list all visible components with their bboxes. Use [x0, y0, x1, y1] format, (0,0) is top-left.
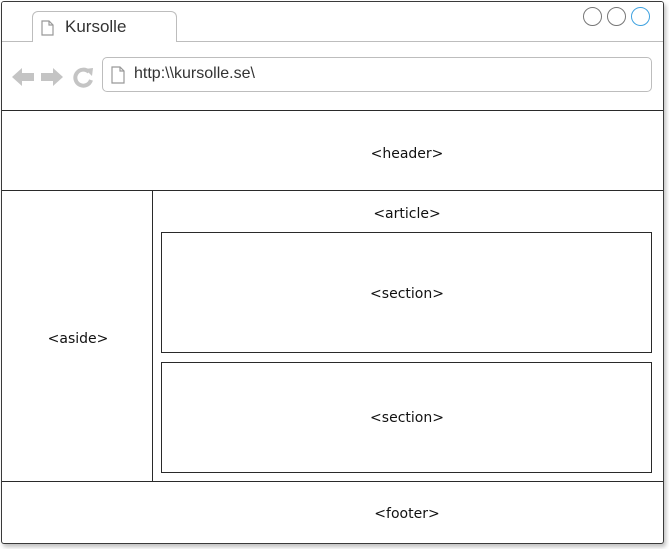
- header-label: <header>: [370, 146, 444, 162]
- forward-arrow-icon[interactable]: [40, 66, 64, 88]
- window-controls: [583, 7, 655, 29]
- section-box: <section>: [161, 362, 652, 473]
- url-text[interactable]: http:\\kursolle.se\: [134, 65, 255, 83]
- address-bar[interactable]: http:\\kursolle.se\: [102, 57, 652, 92]
- section-label: <section>: [370, 286, 444, 302]
- window-button-minimize[interactable]: [607, 7, 626, 26]
- section-box: <section>: [161, 232, 652, 353]
- back-arrow-icon[interactable]: [11, 66, 35, 88]
- navigation-controls: [11, 66, 101, 88]
- document-icon: [111, 66, 125, 84]
- window-button-maximize[interactable]: [631, 7, 650, 26]
- section-label: <section>: [370, 410, 444, 426]
- header-bottom-border: [2, 190, 663, 191]
- header-top-border: [2, 110, 663, 111]
- browser-chrome: Kursolle http:\\kursolle.se\: [2, 2, 663, 112]
- page-wireframe: <header> <aside> <article> <section> <se…: [2, 110, 663, 543]
- aside-label: <aside>: [47, 331, 109, 347]
- browser-tab[interactable]: Kursolle: [32, 11, 177, 42]
- reload-icon[interactable]: [72, 66, 96, 88]
- document-icon: [41, 20, 54, 36]
- aside-divider: [152, 190, 153, 481]
- article-label: <article>: [373, 206, 441, 222]
- tab-title: Kursolle: [65, 17, 127, 36]
- footer-label: <footer>: [374, 506, 440, 522]
- footer-top-border: [2, 481, 663, 482]
- window-button-close[interactable]: [583, 7, 602, 26]
- browser-window: Kursolle http:\\kursolle.se\ <header> <a…: [1, 1, 664, 544]
